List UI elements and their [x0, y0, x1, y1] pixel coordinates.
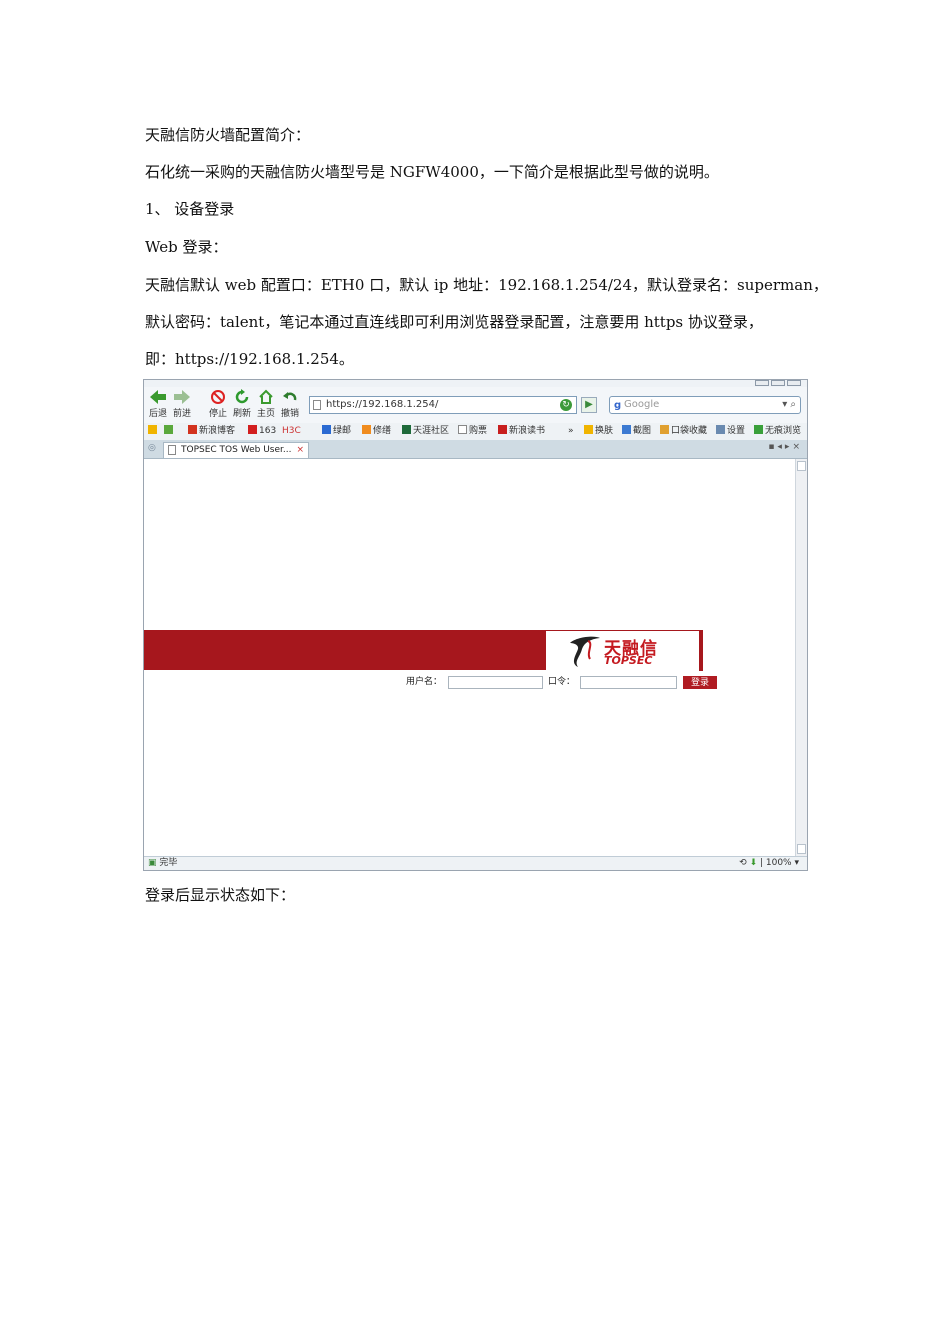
fav-item[interactable]: 新浪博客 [188, 423, 235, 440]
browser-screenshot: 后退 前进 停止 刷新 主页 撤销 https://192.168.1.254/… [143, 379, 808, 871]
fav-item[interactable]: 163 [248, 423, 276, 440]
page-icon [313, 400, 321, 410]
after-login-caption: 登录后显示状态如下： [145, 886, 296, 904]
undo-icon [283, 392, 297, 401]
home-icon [259, 389, 273, 404]
web-login-heading: Web 登录： [145, 238, 228, 256]
status-bar: ▣ 完毕 ⟲ ⬇ | 100% ▾ [144, 856, 807, 870]
username-input[interactable] [448, 676, 543, 689]
fav-item[interactable]: 换肤 [584, 423, 613, 440]
doc-title: 天融信防火墙配置简介： [145, 126, 311, 144]
add-favorite-icon[interactable] [164, 423, 175, 440]
search-placeholder: Google [624, 399, 660, 410]
default-config-line-2: 默认密码：talent，笔记本通过直连线即可利用浏览器登录配置，注意要用 htt… [145, 313, 763, 331]
address-text: https://192.168.1.254/ [326, 399, 439, 410]
fav-item[interactable]: 天涯社区 [402, 423, 449, 440]
login-button[interactable]: 登录 [683, 676, 717, 689]
status-text: ▣ 完毕 [148, 858, 178, 868]
undo-button[interactable]: 撤销 [278, 389, 302, 419]
default-config-line-1: 天融信默认 web 配置口：ETH0 口，默认 ip 地址：192.168.1.… [145, 276, 828, 294]
minimize-icon[interactable] [755, 380, 769, 386]
forward-arrow-icon [174, 390, 190, 404]
back-arrow-icon [150, 390, 166, 404]
brand-en: TOPSEC [604, 654, 653, 667]
back-label: 后退 [148, 409, 167, 419]
scroll-down-icon[interactable] [797, 844, 806, 854]
stop-icon [211, 390, 225, 404]
default-config-line-3: 即：https://192.168.1.254。 [145, 350, 354, 368]
address-bar[interactable]: https://192.168.1.254/ ↻ [309, 396, 577, 414]
search-box[interactable]: g Google ▾ ⌕ [609, 396, 801, 414]
scroll-up-icon[interactable] [797, 461, 806, 471]
fav-label: 修缮 [373, 426, 392, 436]
fav-label: 新浪读书 [509, 426, 546, 436]
favorites-bar: 新浪博客 163 H3C 绿邮 修缮 天涯社区 购票 新浪读书 » 换肤 截图 … [144, 423, 807, 440]
fav-label: 无痕浏览 [765, 426, 802, 436]
fav-label: H3C [282, 426, 301, 436]
fav-item[interactable]: 口袋收藏 [660, 423, 707, 440]
topsec-s-logo-icon [570, 636, 600, 667]
username-label: 用户名： [406, 677, 443, 687]
tab-title: TOPSEC TOS Web User... [181, 445, 292, 455]
fav-label: 截图 [633, 426, 652, 436]
search-icon[interactable]: ▾ ⌕ [782, 397, 796, 413]
back-button[interactable]: 后退 [146, 389, 170, 419]
home-button[interactable]: 主页 [254, 389, 278, 419]
navigate-arrow-icon[interactable]: ▶ [581, 397, 597, 413]
more-favorites-icon[interactable]: » [568, 423, 574, 440]
fav-label: 口袋收藏 [671, 426, 708, 436]
forward-label: 前进 [172, 409, 191, 419]
fav-item[interactable]: 购票 [458, 423, 487, 440]
fav-label: 设置 [727, 426, 746, 436]
fav-label: 天涯社区 [413, 426, 450, 436]
refresh-icon [235, 389, 249, 404]
browser-toolbar: 后退 前进 停止 刷新 主页 撤销 https://192.168.1.254/… [144, 387, 807, 423]
refresh-button[interactable]: 刷新 [230, 389, 254, 419]
undo-label: 撤销 [280, 409, 299, 419]
fav-label: 绿邮 [333, 426, 352, 436]
tab-controls-icon[interactable]: ▪◂▸× [768, 442, 803, 452]
topsec-logo: 天融信 TOPSEC [546, 631, 701, 670]
fav-item[interactable]: H3C [282, 423, 301, 440]
maximize-icon[interactable] [771, 380, 785, 386]
tab-topsec[interactable]: TOPSEC TOS Web User... × [163, 442, 309, 458]
fav-item[interactable]: 截图 [622, 423, 651, 440]
fav-label: 换肤 [595, 426, 614, 436]
section-heading-device-login: 1、 设备登录 [145, 200, 235, 218]
vertical-scrollbar[interactable] [795, 459, 807, 856]
login-page: 天融信 TOPSEC 用户名： 口令： 登录 [144, 459, 795, 856]
fav-item[interactable]: 新浪读书 [498, 423, 545, 440]
fav-item[interactable]: 无痕浏览 [754, 423, 801, 440]
fav-item[interactable]: 设置 [716, 423, 745, 440]
stop-button[interactable]: 停止 [206, 389, 230, 419]
close-tab-icon[interactable]: × [296, 443, 304, 458]
password-label: 口令： [548, 677, 576, 687]
fav-label: 购票 [469, 426, 488, 436]
refresh-label: 刷新 [232, 409, 251, 419]
tab-nav-icon[interactable]: ◎ [148, 443, 156, 453]
stop-label: 停止 [208, 409, 227, 419]
go-icon[interactable]: ↻ [560, 399, 572, 411]
banner-edge [699, 630, 703, 671]
close-window-icon[interactable] [787, 380, 801, 386]
favorites-star-icon[interactable] [148, 423, 159, 440]
model-paragraph: 石化统一采购的天融信防火墙型号是 NGFW4000，一下简介是根据此型号做的说明… [145, 163, 719, 181]
browser-titlebar [144, 380, 807, 387]
password-input[interactable] [580, 676, 677, 689]
forward-button[interactable]: 前进 [170, 389, 194, 419]
search-engine-icon: g [614, 400, 622, 411]
fav-item[interactable]: 修缮 [362, 423, 391, 440]
fav-item[interactable]: 绿邮 [322, 423, 351, 440]
page-icon [168, 445, 176, 455]
zoom-control[interactable]: ⟲ ⬇ | 100% ▾ [739, 857, 799, 870]
fav-label: 163 [259, 426, 277, 436]
home-label: 主页 [256, 409, 275, 419]
tab-bar: ◎ TOPSEC TOS Web User... × ▪◂▸× [144, 440, 807, 459]
fav-label: 新浪博客 [199, 426, 236, 436]
